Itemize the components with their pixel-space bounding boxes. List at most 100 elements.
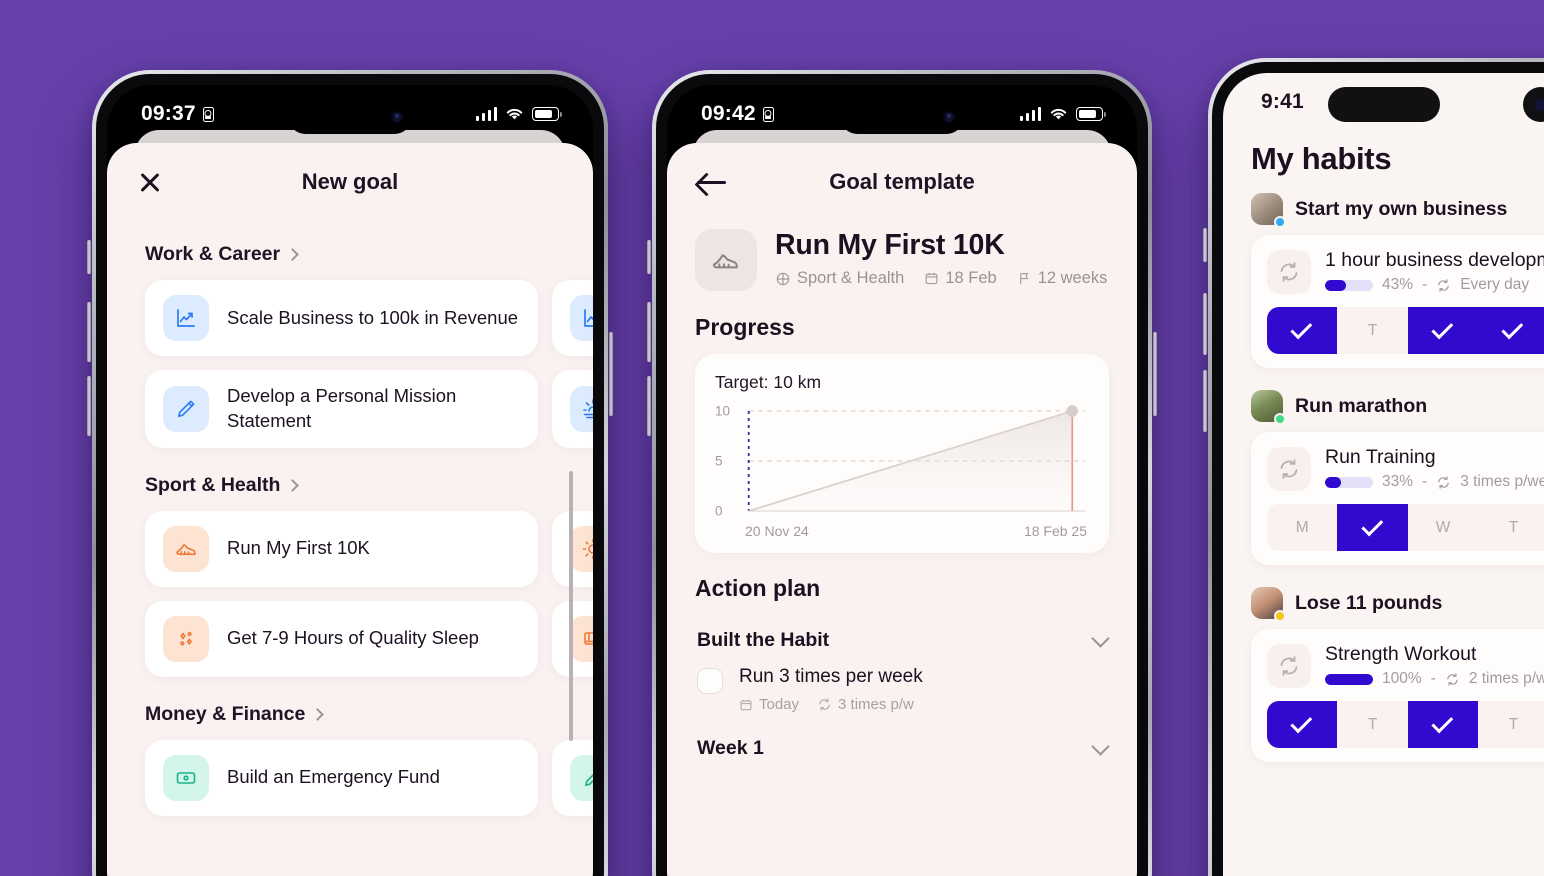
repeat-icon (1438, 475, 1449, 489)
category-label: Sport & Health (145, 473, 281, 496)
goal-card[interactable]: Scale Business to 100k in Revenue (145, 280, 538, 356)
goal-meta-category: Sport & Health (775, 269, 904, 288)
goal-group-header[interactable]: Lose 11 pounds (1251, 587, 1544, 622)
goal-card[interactable]: Get 7-9 Hours of Quality Sleep (145, 600, 538, 677)
action-plan-group-built-the-habit[interactable]: Built the Habit (695, 615, 1110, 662)
goal-card-peek[interactable] (552, 280, 593, 356)
week-strip: T F (1251, 307, 1544, 354)
modal-header: New goal (107, 143, 593, 221)
status-time: 09:42 (701, 102, 756, 125)
chart-line-icon (163, 295, 209, 341)
phone1-bezel: 09:37 New goal Work & Career Scale Busin… (96, 74, 604, 876)
repeat-icon (819, 698, 830, 711)
page-title: My habits (1251, 141, 1392, 176)
repeat-icon (1267, 446, 1311, 491)
goal-card-peek[interactable] (552, 739, 593, 816)
habit-card[interactable]: Run Training 33% - 3 times p/week (1251, 432, 1544, 565)
check-icon (1431, 317, 1454, 340)
day-toggle-w[interactable] (1407, 701, 1479, 748)
goal-meta-label: 18 Feb (945, 269, 997, 287)
category-header-work-career[interactable]: Work & Career (145, 243, 593, 266)
status-indicators (475, 107, 562, 121)
volume-down-button[interactable] (1203, 370, 1207, 432)
goal-card-label: Get 7-9 Hours of Quality Sleep (227, 627, 479, 649)
chevron-down-icon[interactable] (1091, 628, 1110, 648)
task-meta-label: 3 times p/w (838, 696, 914, 713)
habit-card[interactable]: 1 hour business developm 43% - Every day (1251, 235, 1544, 368)
flag-icon (1019, 272, 1028, 285)
chevron-right-icon (311, 708, 325, 721)
group-label: Week 1 (697, 737, 764, 759)
habit-card[interactable]: Strength Workout 100% - 2 times p/week (1251, 629, 1544, 762)
goal-group-label: Lose 11 pounds (1295, 591, 1443, 614)
day-toggle-t1[interactable] (1337, 504, 1408, 551)
goal-card[interactable]: Run My First 10K (145, 510, 538, 587)
habit-subline: 33% - 3 times p/week (1325, 473, 1544, 491)
volume-down-button[interactable] (647, 376, 651, 436)
progress-percent: 43% (1382, 276, 1414, 293)
day-toggle-w[interactable] (1407, 307, 1479, 354)
habit-name: Run Training (1325, 446, 1436, 468)
day-toggle-t1[interactable]: T (1337, 701, 1408, 748)
goal-meta-label: 12 weeks (1037, 269, 1108, 287)
chevron-down-icon[interactable] (1091, 736, 1110, 756)
day-toggle-t2[interactable] (1478, 307, 1544, 354)
mute-switch[interactable] (647, 240, 651, 274)
goal-group-label: Start my own business (1295, 197, 1508, 220)
action-plan-group-week-1[interactable]: Week 1 (695, 713, 1110, 770)
volume-down-button[interactable] (87, 376, 91, 436)
vertical-scrollbar[interactable] (569, 471, 573, 741)
goal-category-list[interactable]: Work & Career Scale Business to 100k in … (107, 221, 593, 876)
goal-card-label: Develop a Personal Mission Statement (227, 385, 457, 431)
day-toggle-t2[interactable]: T (1478, 701, 1544, 748)
battery-icon (532, 107, 562, 121)
category-label: Work & Career (145, 243, 281, 265)
check-icon (1360, 514, 1383, 537)
goal-card-label: Scale Business to 100k in Revenue (227, 306, 519, 328)
day-toggle-t1[interactable]: T (1337, 307, 1408, 354)
running-shoe-icon (163, 525, 209, 572)
power-button[interactable] (1153, 332, 1157, 416)
phone-new-goal: 09:37 New goal Work & Career Scale Busin… (87, 70, 613, 876)
volume-up-button[interactable] (1203, 293, 1207, 355)
day-toggle-m[interactable] (1267, 307, 1338, 354)
goal-card-label: Run My First 10K (227, 537, 370, 559)
habit-name: Strength Workout (1325, 643, 1477, 665)
phone3-screen: 9:41 My habits Start my own business 1 h… (1223, 73, 1544, 876)
goal-group-header[interactable]: Run marathon (1251, 390, 1544, 425)
day-toggle-m[interactable] (1267, 701, 1338, 748)
avatar (1251, 587, 1286, 622)
action-plan-task[interactable]: Run 3 times per week Today 3 times p/w (695, 662, 1109, 713)
habit-text: Run Training 33% - 3 times p/week (1325, 446, 1544, 491)
progress-percent: 33% (1382, 473, 1414, 490)
separator: - (1430, 670, 1436, 687)
day-toggle-t2[interactable]: T (1478, 504, 1544, 551)
mute-switch[interactable] (1203, 228, 1207, 262)
category-header-money-finance[interactable]: Money & Finance (145, 703, 593, 726)
category-label: Money & Finance (145, 702, 306, 725)
goal-card-peek[interactable] (552, 370, 593, 448)
unchecked-checkbox-icon[interactable] (697, 668, 723, 694)
category-header-sport-health[interactable]: Sport & Health (145, 474, 593, 497)
check-icon (1290, 711, 1313, 734)
goal-card[interactable]: Develop a Personal Mission Statement (145, 370, 538, 448)
goal-meta: Sport & Health 18 Feb 12 weeks (775, 269, 1107, 288)
group-label: Built the Habit (697, 629, 830, 651)
power-button[interactable] (609, 332, 613, 416)
mute-switch[interactable] (87, 240, 91, 274)
volume-up-button[interactable] (87, 302, 91, 362)
my-habits-body: My habits Start my own business 1 hour b… (1223, 73, 1544, 762)
check-icon (1501, 317, 1524, 340)
goal-card[interactable]: Build an Emergency Fund (145, 739, 538, 816)
goal-hero-text: Run My First 10K Sport & Health 18 Feb 1… (775, 229, 1107, 288)
phone-my-habits: 9:41 My habits Start my own business 1 h… (1203, 58, 1544, 876)
habit-name: 1 hour business developm (1325, 249, 1544, 271)
habit-header: 1 hour business developm 43% - Every day (1251, 249, 1544, 294)
volume-up-button[interactable] (647, 302, 651, 362)
dynamic-island (840, 99, 964, 134)
chart-line-icon (570, 295, 593, 341)
goal-row: Scale Business to 100k in Revenue (145, 280, 593, 356)
day-toggle-m[interactable]: M (1267, 504, 1338, 551)
goal-group-header[interactable]: Start my own business (1251, 193, 1544, 228)
day-toggle-w[interactable]: W (1407, 504, 1479, 551)
